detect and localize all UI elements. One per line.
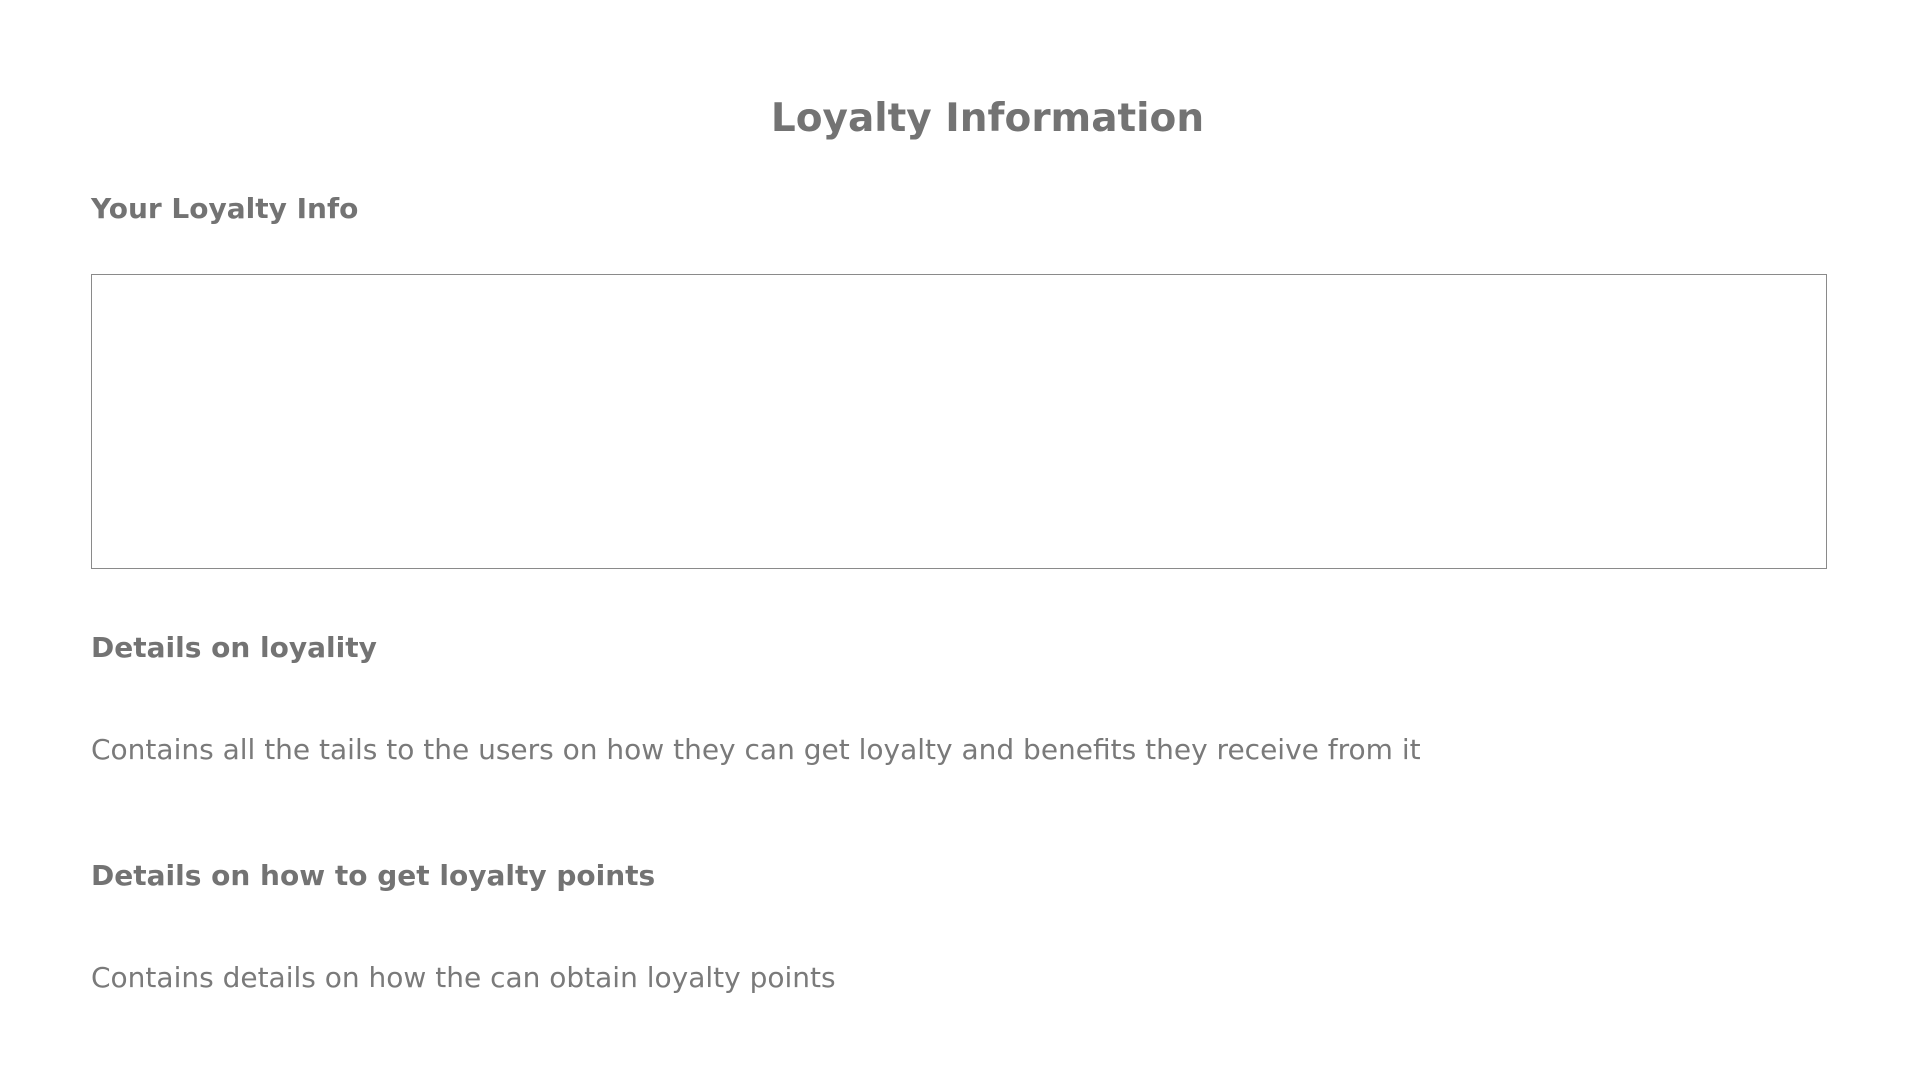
loyalty-points-text: Contains details on how the can obtain l… bbox=[91, 961, 836, 994]
loyalty-page: Loyalty Information Your Loyalty Info De… bbox=[0, 0, 1920, 1080]
your-loyalty-info-heading: Your Loyalty Info bbox=[91, 192, 359, 225]
loyalty-points-heading: Details on how to get loyalty points bbox=[91, 859, 656, 892]
page-title: Loyalty Information bbox=[770, 96, 1205, 141]
loyalty-details-text: Contains all the tails to the users on h… bbox=[91, 733, 1421, 766]
loyalty-details-heading: Details on loyality bbox=[91, 631, 377, 664]
loyalty-info-panel bbox=[91, 274, 1827, 569]
